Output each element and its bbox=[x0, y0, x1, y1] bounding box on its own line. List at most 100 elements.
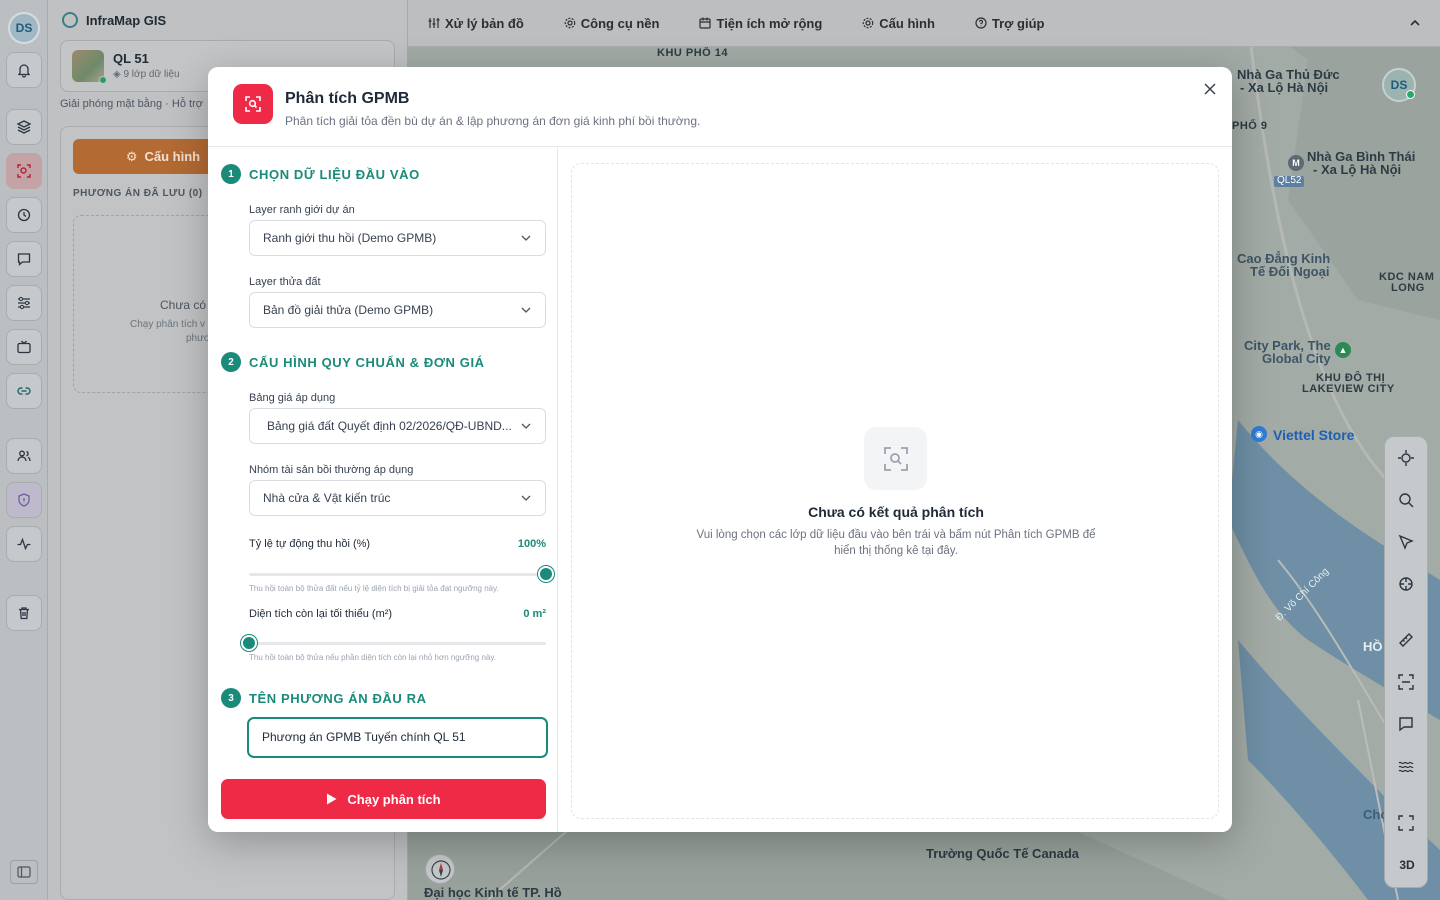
asset-group-label: Nhóm tài sản bồi thường áp dụng bbox=[249, 464, 414, 476]
store-pin-icon[interactable]: ◉ bbox=[1251, 426, 1267, 442]
history-icon bbox=[17, 208, 31, 222]
output-name-input[interactable]: Phương án GPMB Tuyến chính QL 51 bbox=[247, 717, 548, 758]
compass-button[interactable] bbox=[425, 854, 455, 884]
scan-search-icon bbox=[245, 96, 261, 112]
icon-rail: DS bbox=[0, 0, 48, 900]
price-table-select[interactable]: Bảng giá đất Quyết định 02/2026/QĐ-UBND.… bbox=[249, 408, 546, 444]
step-number: 3 bbox=[221, 688, 241, 708]
results-panel: Chưa có kết quả phân tích Vui lòng chọn … bbox=[571, 163, 1219, 819]
map-label: Đại học Kinh tế TP. Hồ bbox=[424, 885, 562, 900]
locate-icon[interactable] bbox=[1397, 449, 1415, 467]
gpmb-analysis-button[interactable] bbox=[6, 153, 42, 189]
comment-icon[interactable] bbox=[1397, 715, 1415, 733]
road-shield: QL52 bbox=[1274, 175, 1305, 187]
map-label: - Xa Lộ Hà Nội bbox=[1240, 80, 1329, 95]
tv-icon bbox=[17, 340, 31, 354]
notifications-button[interactable] bbox=[6, 52, 42, 88]
security-button[interactable] bbox=[6, 482, 42, 518]
nav-label: Xử lý bản đồ bbox=[445, 15, 524, 31]
ruler-icon[interactable] bbox=[1397, 631, 1415, 649]
fullscreen-icon[interactable] bbox=[1397, 814, 1415, 832]
step-input-data: 1 CHỌN DỮ LIỆU ĐẦU VÀO bbox=[221, 164, 420, 184]
map-label: Global City bbox=[1262, 351, 1331, 366]
boundary-layer-select[interactable]: Ranh giới thu hồi (Demo GPMB) bbox=[249, 220, 546, 256]
collapse-sidebar-button[interactable] bbox=[10, 860, 38, 884]
modal-title: Phân tích GPMB bbox=[285, 90, 410, 107]
map-label: HỒ bbox=[1363, 639, 1383, 654]
map-label: Tế Đối Ngoại bbox=[1250, 264, 1330, 279]
analysis-form: 1 CHỌN DỮ LIỆU ĐẦU VÀO Layer ranh giới d… bbox=[208, 147, 558, 832]
step-title: CẤU HÌNH QUY CHUẨN & ĐƠN GIÁ bbox=[249, 354, 485, 370]
run-analysis-button[interactable]: Chạy phân tích bbox=[221, 779, 546, 819]
map-user-avatar[interactable]: DS bbox=[1382, 68, 1416, 102]
chevron-up-icon[interactable] bbox=[1408, 16, 1422, 30]
map-controls: 3D bbox=[1384, 436, 1428, 888]
scan-search-icon bbox=[17, 164, 31, 178]
ratio-slider-track[interactable] bbox=[249, 573, 546, 576]
calendar-icon bbox=[699, 17, 712, 29]
nav-help[interactable]: Trợ giúp bbox=[975, 15, 1045, 31]
map-label: - Xa Lộ Hà Nội bbox=[1313, 162, 1402, 177]
nav-extensions[interactable]: Tiện ích mở rộng bbox=[699, 16, 822, 31]
waves-icon[interactable] bbox=[1397, 757, 1415, 775]
close-icon[interactable] bbox=[1202, 81, 1218, 97]
area-hint: Thu hồi toàn bộ thửa nếu phần diện tích … bbox=[249, 653, 497, 662]
sidebar-collapse-icon bbox=[17, 866, 31, 878]
layers-button[interactable] bbox=[6, 109, 42, 145]
asset-group-select[interactable]: Nhà cửa & Vật kiến trúc bbox=[249, 480, 546, 516]
area-label: Diện tích còn lại tối thiểu (m²) bbox=[249, 608, 393, 620]
map-label: KHU PHỐ 14 bbox=[657, 47, 729, 59]
chat-icon bbox=[17, 253, 31, 266]
users-button[interactable] bbox=[6, 438, 42, 474]
nav-base-tools[interactable]: Công cụ nền bbox=[564, 16, 659, 31]
step-config: 2 CẤU HÌNH QUY CHUẨN & ĐƠN GIÁ bbox=[221, 352, 485, 372]
avatar[interactable]: DS bbox=[8, 12, 40, 44]
parcel-layer-select[interactable]: Bản đồ giải thửa (Demo GPMB) bbox=[249, 292, 546, 328]
nav-map-processing[interactable]: Xử lý bản đồ bbox=[428, 16, 524, 31]
ratio-label: Tỷ lệ tự động thu hồi (%) bbox=[249, 538, 371, 550]
online-indicator bbox=[99, 76, 107, 84]
play-icon bbox=[327, 793, 337, 805]
park-icon[interactable]: ▲ bbox=[1335, 342, 1351, 358]
shield-icon bbox=[18, 493, 30, 507]
monitor-button[interactable] bbox=[6, 329, 42, 365]
pointer-icon[interactable] bbox=[1397, 533, 1415, 551]
gear-icon bbox=[862, 17, 874, 29]
chevron-down-icon bbox=[521, 235, 531, 241]
empty-state-description: Vui lòng chọn các lớp dữ liệu đầu vào bê… bbox=[696, 529, 1096, 557]
modal-icon bbox=[233, 84, 273, 124]
boundary-layer-label: Layer ranh giới dự án bbox=[249, 204, 355, 216]
brand-name: InfraMap GIS bbox=[86, 12, 167, 28]
sliders-icon bbox=[428, 18, 440, 28]
map-label: PHỐ 9 bbox=[1232, 120, 1268, 132]
empty-title: Chưa có bbox=[160, 298, 207, 312]
project-name: QL 51 bbox=[113, 51, 149, 66]
3d-toggle[interactable]: 3D bbox=[1385, 858, 1429, 872]
nav-config[interactable]: Cấu hình bbox=[862, 16, 935, 31]
crosshair-icon[interactable] bbox=[1397, 575, 1415, 593]
scan-icon[interactable] bbox=[1397, 673, 1415, 691]
empty-state-icon bbox=[864, 427, 927, 490]
area-slider-track[interactable] bbox=[249, 642, 546, 645]
workflow-button[interactable] bbox=[6, 285, 42, 321]
nav-label: Cấu hình bbox=[879, 15, 935, 31]
link-button[interactable] bbox=[6, 373, 42, 409]
search-icon[interactable] bbox=[1397, 491, 1415, 509]
empty-line: Chạy phân tích v bbox=[130, 319, 206, 330]
activity-icon bbox=[17, 537, 31, 551]
history-button[interactable] bbox=[6, 197, 42, 233]
layers-icon bbox=[16, 120, 32, 134]
ratio-hint: Thu hồi toàn bộ thửa đất nếu tỷ lệ diện … bbox=[249, 584, 499, 593]
comments-button[interactable] bbox=[6, 241, 42, 277]
area-slider-thumb[interactable] bbox=[241, 635, 257, 651]
saved-plans-title: PHƯƠNG ÁN ĐÃ LƯU (0) bbox=[73, 188, 203, 199]
metro-station-icon[interactable]: M bbox=[1288, 155, 1304, 171]
activity-button[interactable] bbox=[6, 526, 42, 562]
ratio-slider-thumb[interactable] bbox=[538, 566, 554, 582]
nav-label: Trợ giúp bbox=[991, 15, 1045, 31]
step-number: 1 bbox=[221, 164, 241, 184]
scan-search-icon bbox=[883, 446, 908, 471]
trash-button[interactable] bbox=[6, 595, 42, 631]
map-label: LAKEVIEW CITY bbox=[1302, 383, 1395, 395]
online-indicator bbox=[1406, 90, 1415, 99]
